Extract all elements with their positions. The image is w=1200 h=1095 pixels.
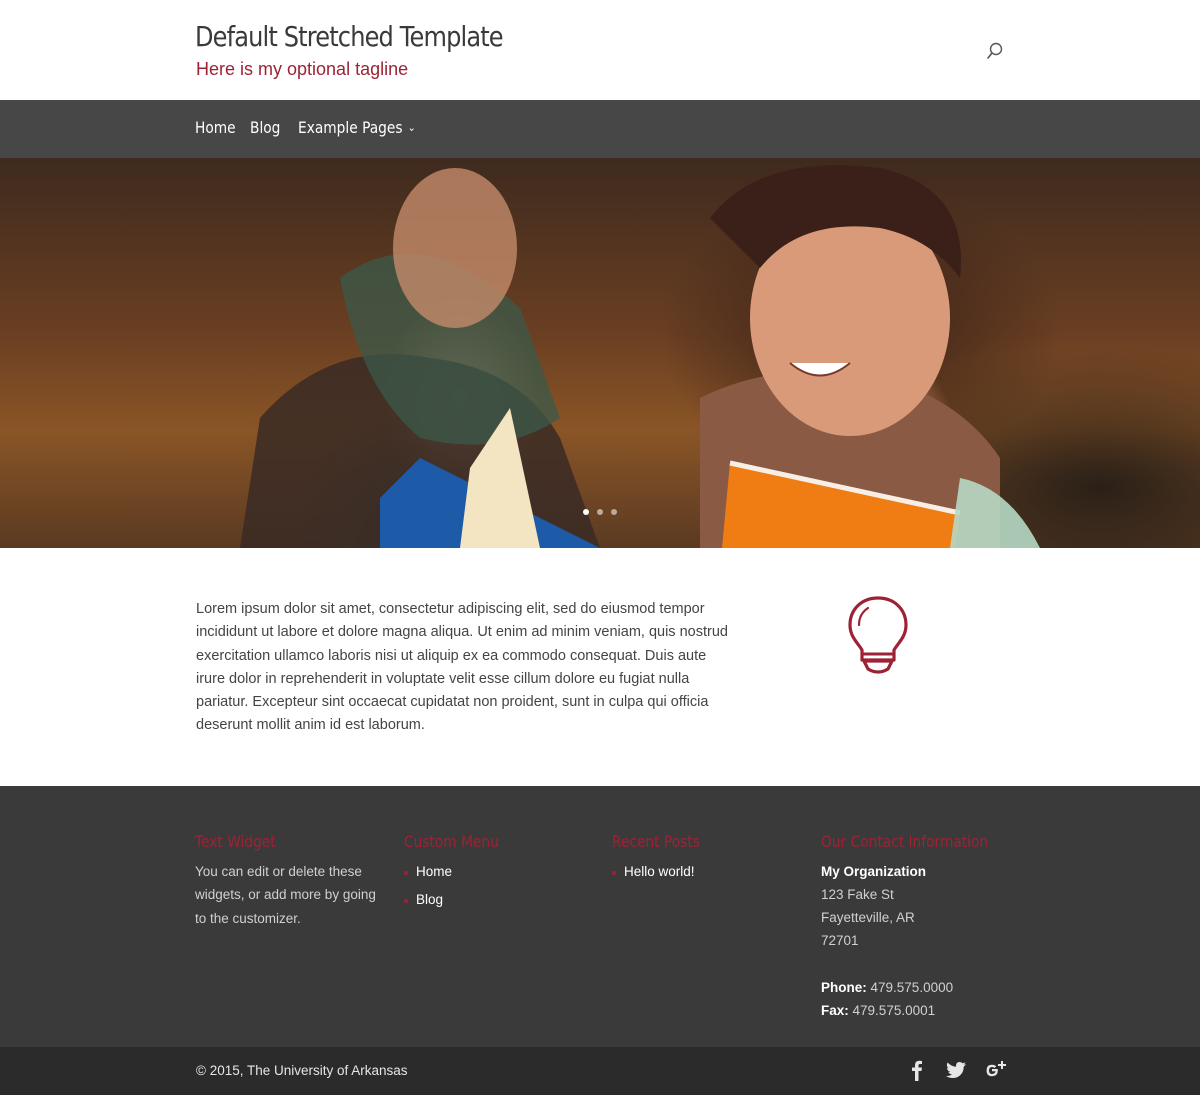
contact-organization: My Organization — [821, 864, 926, 879]
text-widget-body: You can edit or delete these widgets, or… — [195, 864, 376, 926]
custom-menu-item-home[interactable]: Home — [404, 864, 452, 879]
widget-title: Text Widget — [195, 832, 276, 851]
contact-phone: Phone: 479.575.0000 — [821, 980, 953, 995]
slider-dot[interactable] — [597, 509, 603, 515]
widget-title: Recent Posts — [612, 832, 700, 851]
twitter-icon[interactable] — [944, 1057, 968, 1083]
custom-menu-item-blog[interactable]: Blog — [404, 892, 452, 907]
site-footer: Text Widget You can edit or delete these… — [0, 786, 1200, 1047]
widget-title: Our Contact Information — [821, 832, 989, 851]
nav-item-label: Home — [195, 118, 236, 137]
body-paragraph: Lorem ipsum dolor sit amet, consectetur … — [196, 601, 728, 734]
bottom-bar: © 2015, The University of Arkansas — [0, 1047, 1200, 1095]
contact-city: Fayetteville, AR — [821, 910, 915, 925]
recent-posts-list: Hello world! — [612, 864, 695, 879]
hero-image — [240, 165, 1040, 548]
main-navigation: Home Blog Example Pages ⌄ — [0, 100, 1200, 158]
slider-dot[interactable] — [611, 509, 617, 515]
contact-fax: Fax: 479.575.0001 — [821, 1003, 935, 1018]
lightbulb-icon — [846, 594, 910, 678]
recent-post-link[interactable]: Hello world! — [612, 864, 695, 879]
fax-label: Fax: — [821, 1003, 849, 1018]
slider-pagination — [583, 509, 617, 515]
nav-item-blog[interactable]: Blog — [250, 118, 280, 137]
nav-item-example-pages[interactable]: Example Pages ⌄ — [298, 118, 416, 137]
nav-item-home[interactable]: Home — [195, 118, 236, 137]
google-plus-icon[interactable] — [982, 1057, 1006, 1083]
nav-item-label: Example Pages — [298, 118, 403, 137]
widget-title: Custom Menu — [404, 832, 499, 851]
slider-dot[interactable] — [583, 509, 589, 515]
nav-item-label: Blog — [250, 118, 281, 137]
contact-street: 123 Fake St — [821, 887, 894, 902]
site-header: Default Stretched Template Here is my op… — [0, 0, 1200, 100]
contact-zip: 72701 — [821, 933, 859, 948]
hero-slider[interactable] — [0, 158, 1200, 548]
phone-label: Phone: — [821, 980, 867, 995]
phone-number[interactable]: 479.575.0000 — [871, 980, 954, 995]
chevron-down-icon: ⌄ — [407, 121, 416, 134]
site-title[interactable]: Default Stretched Template — [195, 20, 504, 53]
search-icon[interactable] — [984, 40, 1006, 62]
copyright-text: © 2015, The University of Arkansas — [196, 1063, 408, 1078]
custom-menu-list: Home Blog — [404, 864, 452, 907]
facebook-icon[interactable] — [905, 1057, 929, 1083]
organization-name: My Organization — [821, 864, 927, 879]
fax-number: 479.575.0001 — [852, 1003, 936, 1018]
site-tagline: Here is my optional tagline — [196, 59, 409, 79]
